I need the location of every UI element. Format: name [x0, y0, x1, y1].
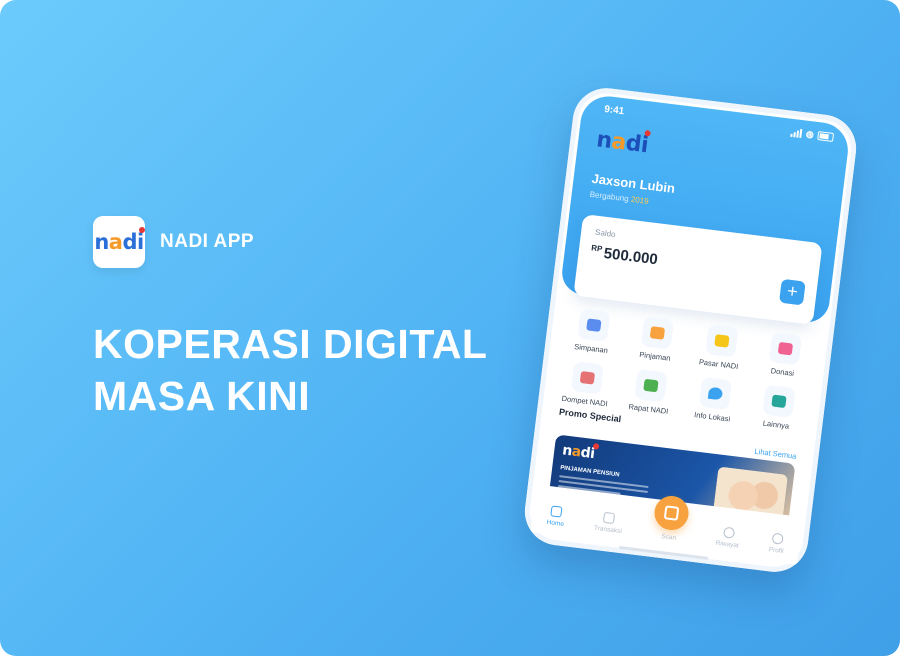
menu-item-label: Pasar NADI	[698, 357, 739, 372]
tab-label: Scan	[660, 533, 677, 542]
history-icon	[722, 526, 735, 539]
balance-value: RP500.000	[590, 243, 659, 268]
headline-line-1: KOPERASI DIGITAL	[93, 321, 488, 367]
headline: KOPERASI DIGITAL MASA KINI	[93, 318, 487, 422]
meeting-icon	[634, 368, 669, 403]
menu-item-label: Lainnya	[762, 418, 790, 431]
promo-canvas: nadi NADI APP KOPERASI DIGITAL MASA KINI…	[0, 0, 900, 656]
phone-mockup: 9:41 ◍ nadi Jaxson Lubin Bergabung 2019 …	[521, 84, 860, 576]
menu-item-label: Info Lokasi	[693, 410, 731, 424]
tab-riwayat[interactable]: Riwayat	[715, 526, 741, 550]
receipt-icon	[603, 511, 616, 525]
tab-home[interactable]: Home	[546, 505, 566, 528]
headline-line-2: MASA KINI	[93, 373, 311, 419]
menu-item-donasi[interactable]: Donasi	[750, 330, 819, 381]
status-time: 9:41	[603, 103, 625, 118]
phone-screen: 9:41 ◍ nadi Jaxson Lubin Bergabung 2019 …	[521, 84, 860, 576]
loan-icon	[641, 316, 675, 350]
menu-item-label: Donasi	[770, 366, 795, 378]
grid-icon	[762, 384, 796, 419]
profile-icon	[771, 532, 784, 545]
menu-item-label: Simpanan	[573, 342, 609, 356]
tab-transaksi[interactable]: Transaksi	[594, 511, 624, 535]
signal-icon	[790, 128, 803, 139]
top-up-button[interactable]: +	[779, 278, 806, 306]
menu-item-label: Pinjaman	[638, 349, 671, 363]
menu-item-dompet-nadi[interactable]: Dompet NADI	[552, 359, 621, 410]
scan-button[interactable]	[652, 494, 691, 533]
menu-item-pinjaman[interactable]: Pinjaman	[622, 314, 691, 365]
location-icon	[698, 376, 732, 411]
menu-item-label: Dompet NADI	[561, 393, 609, 409]
tab-label: Profil	[768, 546, 784, 555]
menu-item-simpanan[interactable]: Simpanan	[559, 306, 628, 357]
menu-item-rapat-nadi[interactable]: Rapat NADI	[616, 367, 685, 418]
nadi-logo: nadi	[561, 442, 596, 463]
tab-scan[interactable]: Scan	[651, 494, 691, 543]
nadi-logo: nadi	[94, 230, 144, 254]
market-icon	[704, 324, 739, 358]
promo-section-title: Promo Special	[558, 406, 622, 425]
app-icon[interactable]: nadi	[93, 216, 145, 268]
scan-icon	[663, 505, 680, 521]
tab-label: Riwayat	[715, 539, 740, 550]
tab-profil[interactable]: Profil	[768, 532, 785, 555]
donation-icon	[768, 331, 803, 366]
savings-icon	[577, 308, 611, 342]
wifi-icon: ◍	[805, 128, 815, 140]
menu-item-label: Rapat NADI	[628, 402, 669, 416]
wallet-icon	[570, 361, 605, 395]
menu-item-info-lokasi[interactable]: Info Lokasi	[680, 375, 749, 426]
balance-amount: 500.000	[602, 244, 659, 269]
menu-item-lainnya[interactable]: Lainnya	[744, 382, 813, 433]
tab-label: Transaksi	[593, 524, 623, 536]
promo-logo: nadi	[561, 441, 595, 463]
menu-item-pasar-nadi[interactable]: Pasar NADI	[686, 322, 755, 373]
balance-label: Saldo	[594, 227, 617, 240]
app-name: NADI APP	[160, 231, 255, 252]
currency-label: RP	[590, 243, 603, 254]
tab-label: Home	[546, 518, 565, 528]
battery-icon	[817, 131, 835, 142]
app-badge: nadi NADI APP	[93, 216, 254, 268]
home-icon	[550, 505, 563, 518]
